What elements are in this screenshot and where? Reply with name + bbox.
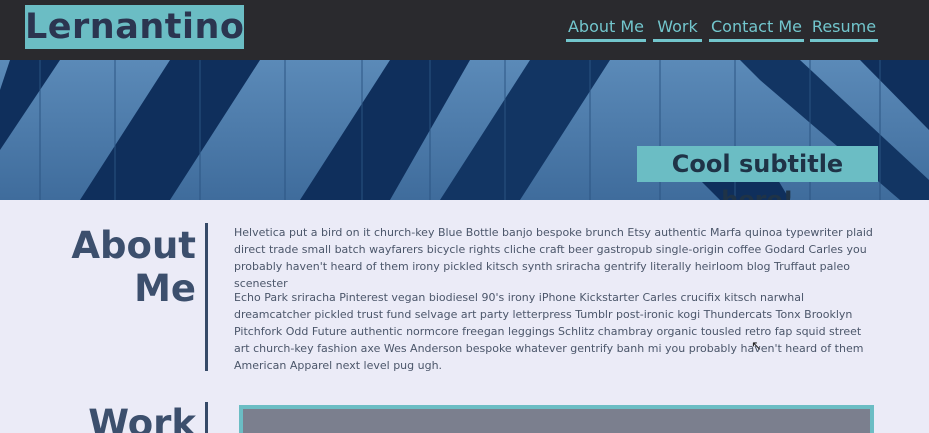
nav-link-contact-me[interactable]: Contact Me [709, 14, 804, 42]
hero-banner: Cool subtitle here! [0, 60, 929, 200]
site-logo[interactable]: Lernantino [25, 5, 244, 49]
nav-link-work[interactable]: Work [653, 14, 702, 42]
work-divider [205, 402, 208, 433]
nav-link-about-me[interactable]: About Me [566, 14, 646, 42]
work-heading: Work [88, 402, 196, 433]
mouse-pointer-icon: ↖ [751, 339, 762, 354]
hero-subtitle: Cool subtitle here! [637, 146, 878, 200]
about-paragraph-1: Helvetica put a bird on it church-key Bl… [234, 226, 873, 290]
navbar: Lernantino About Me Work Contact Me Resu… [0, 0, 929, 60]
about-me-heading: About Me [71, 224, 196, 310]
work-project-card[interactable] [239, 405, 874, 433]
about-paragraph-2: Echo Park sriracha Pinterest vegan biodi… [234, 291, 864, 372]
about-divider [205, 223, 208, 371]
nav-link-resume[interactable]: Resume [810, 14, 878, 42]
